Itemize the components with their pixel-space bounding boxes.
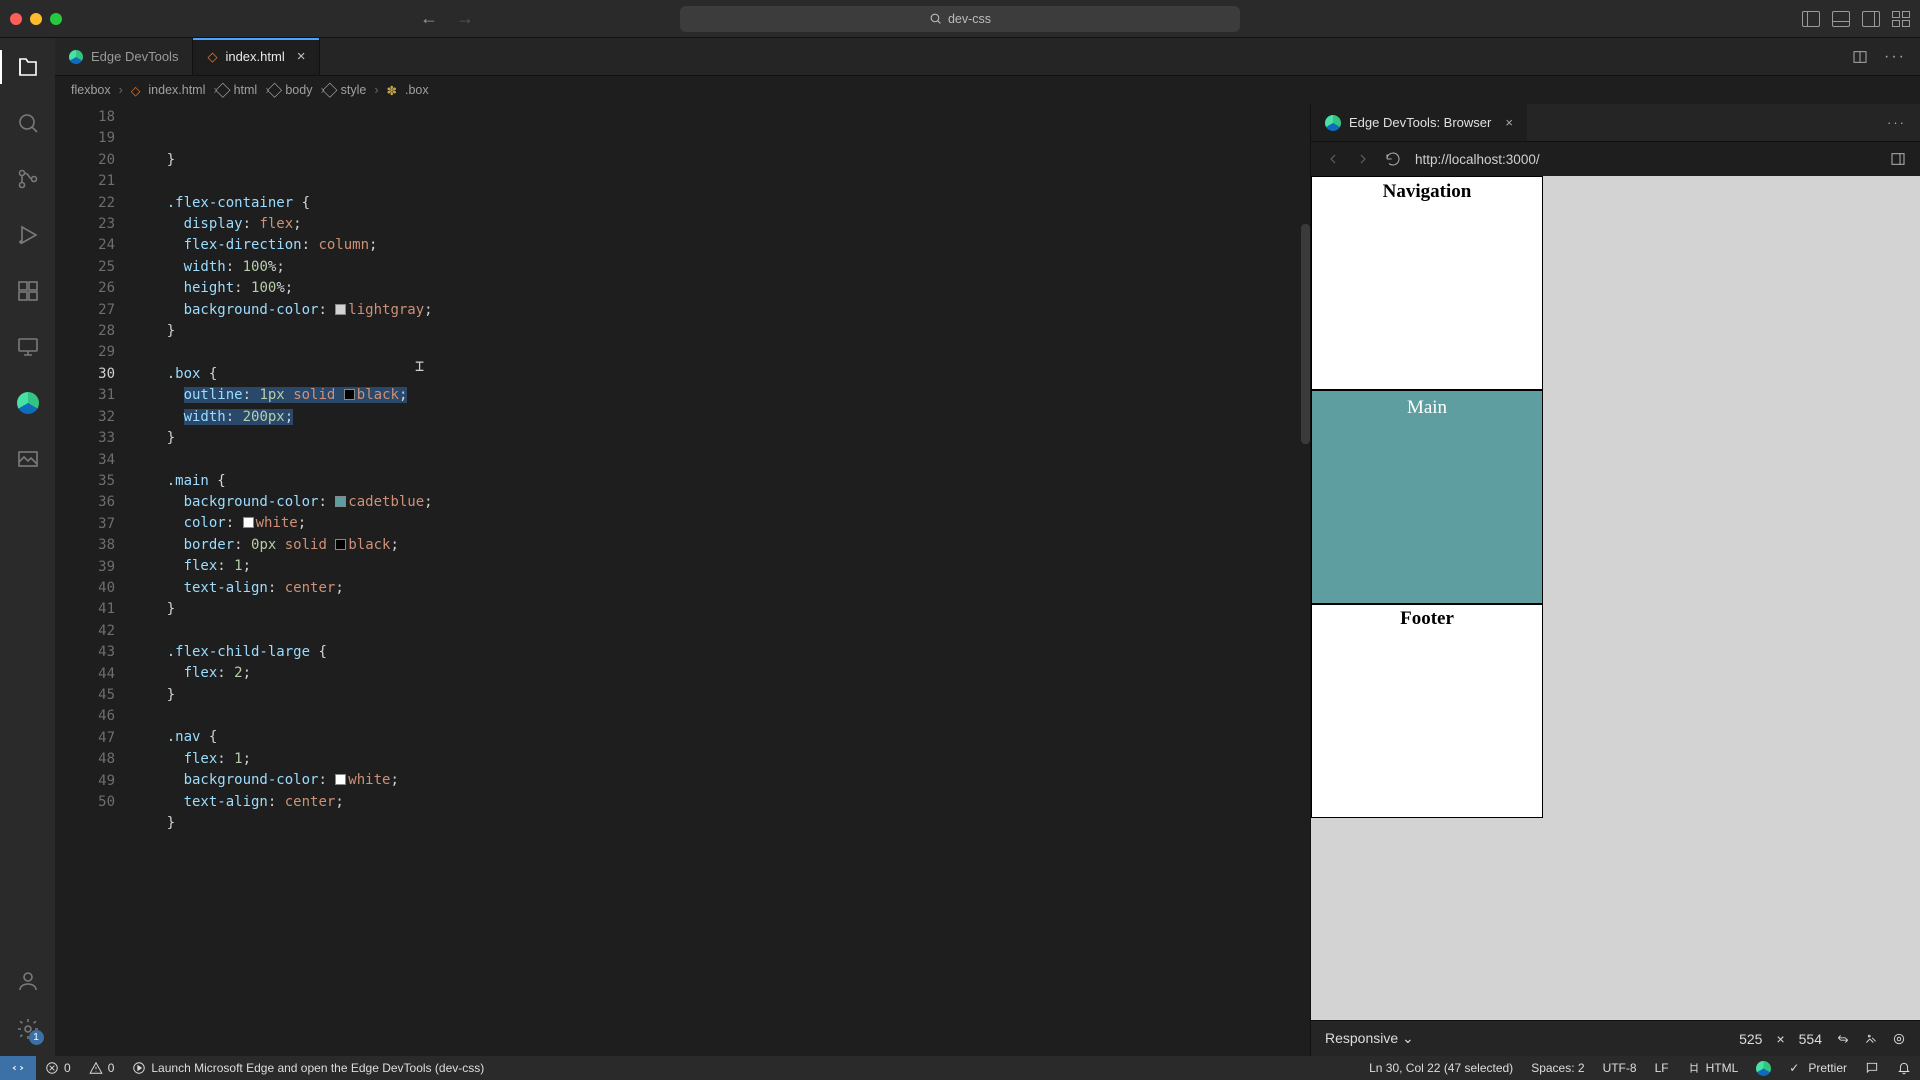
encoding-item[interactable]: UTF-8 bbox=[1594, 1061, 1646, 1075]
viewport-width[interactable]: 525 bbox=[1739, 1031, 1762, 1047]
browser-toolbar: http://localhost:3000/ bbox=[1311, 142, 1920, 176]
open-devtools-icon[interactable] bbox=[1890, 151, 1906, 167]
search-icon bbox=[929, 12, 942, 25]
tab-label: Edge DevTools bbox=[91, 49, 178, 64]
extensions-icon[interactable] bbox=[15, 278, 41, 304]
customize-layout-icon[interactable] bbox=[1892, 11, 1910, 27]
browser-tab-label: Edge DevTools: Browser bbox=[1349, 115, 1491, 130]
preview-main-section: Main bbox=[1311, 390, 1543, 604]
editor-tabs: Edge DevTools ◇ index.html × ··· bbox=[55, 38, 1920, 76]
rotate-icon[interactable] bbox=[1836, 1032, 1850, 1046]
panel-right-icon[interactable] bbox=[1862, 11, 1880, 27]
explorer-icon[interactable] bbox=[15, 54, 41, 80]
more-icon[interactable] bbox=[1892, 1032, 1906, 1046]
line-gutter: 1819202122232425262728293031323334353637… bbox=[55, 104, 133, 1056]
edge-icon bbox=[1325, 115, 1341, 131]
browser-pane: Edge DevTools: Browser × ··· http://loca… bbox=[1310, 104, 1920, 1056]
crumb-file[interactable]: index.html bbox=[148, 83, 205, 97]
browser-reload-icon[interactable] bbox=[1385, 151, 1401, 167]
forward-arrow-icon[interactable]: → bbox=[456, 8, 474, 29]
crumb-box[interactable]: .box bbox=[405, 83, 429, 97]
browser-tab[interactable]: Edge DevTools: Browser × bbox=[1311, 104, 1527, 141]
bell-icon[interactable] bbox=[1888, 1061, 1920, 1075]
settings-gear-icon[interactable]: 1 bbox=[15, 1016, 41, 1042]
responsive-dropdown[interactable]: Responsive ⌄ bbox=[1325, 1030, 1414, 1047]
tab-edge-devtools[interactable]: Edge DevTools bbox=[55, 38, 193, 75]
history-nav: ← → bbox=[420, 8, 474, 29]
remote-indicator[interactable] bbox=[0, 1056, 36, 1080]
browser-forward-icon[interactable] bbox=[1355, 151, 1371, 167]
preview-footer-section: Footer bbox=[1311, 604, 1543, 818]
accounts-icon[interactable] bbox=[15, 968, 41, 994]
tab-index-html[interactable]: ◇ index.html × bbox=[193, 38, 320, 75]
crumb-style[interactable]: style bbox=[341, 83, 367, 97]
scroll-thumb[interactable] bbox=[1301, 224, 1310, 444]
back-arrow-icon[interactable]: ← bbox=[420, 8, 438, 29]
code-editor[interactable]: } .flex-container { display: flex; flex-… bbox=[133, 104, 1301, 1056]
tab-label: index.html bbox=[225, 49, 284, 64]
layout-controls bbox=[1802, 11, 1910, 27]
browser-viewport: Navigation Main Footer bbox=[1311, 176, 1920, 1020]
edge-tools-icon[interactable] bbox=[15, 390, 41, 416]
crumb-html[interactable]: html bbox=[234, 83, 258, 97]
close-tab-icon[interactable]: × bbox=[1505, 115, 1513, 130]
close-window-icon[interactable] bbox=[10, 13, 22, 25]
edge-icon bbox=[69, 50, 83, 64]
search-text: dev-css bbox=[948, 12, 991, 26]
editor-pane: 1819202122232425262728293031323334353637… bbox=[55, 104, 1310, 1056]
errors-item[interactable]: 0 bbox=[36, 1056, 80, 1080]
panel-left-icon[interactable] bbox=[1802, 11, 1820, 27]
html-file-icon: ◇ bbox=[131, 83, 141, 98]
settings-badge: 1 bbox=[29, 1030, 44, 1045]
panel-bottom-icon[interactable] bbox=[1832, 11, 1850, 27]
selector-icon: ✽ bbox=[387, 83, 397, 98]
minimize-window-icon[interactable] bbox=[30, 13, 42, 25]
text-cursor-icon: ⌶ bbox=[415, 356, 425, 374]
close-tab-icon[interactable]: × bbox=[297, 48, 306, 65]
title-bar: ← → dev-css bbox=[0, 0, 1920, 38]
indent-item[interactable]: Spaces: 2 bbox=[1522, 1061, 1593, 1075]
run-debug-icon[interactable] bbox=[15, 222, 41, 248]
split-editor-icon[interactable] bbox=[1852, 49, 1868, 65]
crumb-folder[interactable]: flexbox bbox=[71, 83, 111, 97]
source-control-icon[interactable] bbox=[15, 166, 41, 192]
window-controls bbox=[10, 13, 62, 25]
breadcrumb[interactable]: flexbox› ◇ index.html› ⃟ html› ⃟ body› ⃟… bbox=[55, 76, 1920, 104]
close-icon: × bbox=[1776, 1031, 1784, 1047]
html-file-icon: ◇ bbox=[207, 49, 217, 65]
scrollbar[interactable] bbox=[1301, 104, 1310, 1056]
command-center[interactable]: dev-css bbox=[680, 6, 1240, 32]
maximize-window-icon[interactable] bbox=[50, 13, 62, 25]
browser-back-icon[interactable] bbox=[1325, 151, 1341, 167]
eol-item[interactable]: LF bbox=[1646, 1061, 1678, 1075]
image-preview-icon[interactable] bbox=[15, 446, 41, 472]
url-field[interactable]: http://localhost:3000/ bbox=[1415, 152, 1540, 167]
status-bar: 0 0 Launch Microsoft Edge and open the E… bbox=[0, 1056, 1920, 1080]
warnings-item[interactable]: 0 bbox=[80, 1056, 124, 1080]
more-actions-icon[interactable]: ··· bbox=[1887, 115, 1906, 130]
chevron-down-icon: ⌄ bbox=[1402, 1030, 1414, 1046]
viewport-height[interactable]: 554 bbox=[1799, 1031, 1822, 1047]
more-actions-icon[interactable]: ··· bbox=[1884, 48, 1906, 66]
browser-tabs: Edge DevTools: Browser × ··· bbox=[1311, 104, 1920, 142]
cursor-position[interactable]: Ln 30, Col 22 (47 selected) bbox=[1360, 1061, 1522, 1075]
search-activity-icon[interactable] bbox=[15, 110, 41, 136]
activity-bar: 1 bbox=[0, 38, 55, 1056]
remote-explorer-icon[interactable] bbox=[15, 334, 41, 360]
preview-nav-section: Navigation bbox=[1311, 176, 1543, 390]
browser-statusbar: Responsive ⌄ 525 × 554 bbox=[1311, 1020, 1920, 1056]
feedback-icon[interactable] bbox=[1856, 1061, 1888, 1075]
language-item[interactable]: HTML bbox=[1678, 1061, 1748, 1075]
edge-status-icon[interactable] bbox=[1747, 1061, 1780, 1076]
screenshot-icon[interactable] bbox=[1864, 1032, 1878, 1046]
crumb-body[interactable]: body bbox=[285, 83, 312, 97]
launch-task-item[interactable]: Launch Microsoft Edge and open the Edge … bbox=[123, 1056, 493, 1080]
prettier-item[interactable]: ✓Prettier bbox=[1780, 1061, 1856, 1075]
